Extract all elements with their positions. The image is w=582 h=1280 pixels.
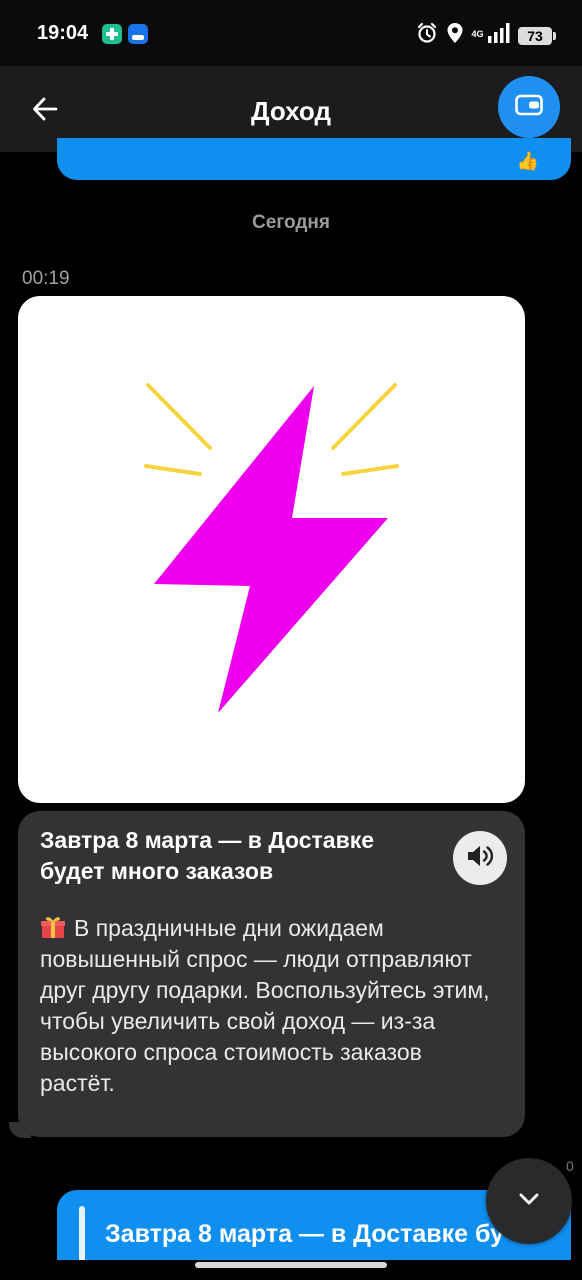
medical-app-icon <box>102 24 122 44</box>
bubble-tail <box>9 1122 31 1138</box>
messenger-app-icon <box>128 24 148 44</box>
alarm-icon <box>416 22 438 49</box>
wallet-icon <box>515 93 543 122</box>
message-body-wrap: В праздничные дни ожидаем повышенный спр… <box>40 913 503 1099</box>
message-bubble[interactable]: Завтра 8 марта — в Доставке будет много … <box>18 811 525 1137</box>
wallet-button[interactable] <box>498 76 560 138</box>
message-body: В праздничные дни ожидаем повышенный спр… <box>40 915 490 1096</box>
lightning-bolt-icon <box>144 383 399 713</box>
message-time: 00:19 <box>22 268 70 289</box>
home-indicator[interactable] <box>195 1262 387 1268</box>
corner-fragment: 0 <box>566 1158 574 1174</box>
page-title: Доход <box>251 96 331 126</box>
status-bar: 19:04 4G 73 <box>0 0 582 66</box>
quote-bar <box>79 1206 85 1260</box>
chevron-down-icon <box>518 1192 540 1211</box>
next-message-preview: Завтра 8 марта — в Доставке бу <box>105 1220 505 1248</box>
battery-icon: 73 <box>518 26 556 45</box>
gift-icon <box>40 915 66 939</box>
location-icon <box>446 22 464 49</box>
thumbs-up-emoji: 👍 <box>516 151 539 171</box>
status-time: 19:04 <box>37 22 89 44</box>
previous-message-bubble[interactable]: 👍 <box>57 138 571 180</box>
scroll-down-button[interactable] <box>486 1158 572 1244</box>
status-icons: 4G 73 <box>416 22 556 49</box>
play-audio-button[interactable] <box>453 831 507 885</box>
message-title: Завтра 8 марта — в Доставке будет много … <box>40 827 375 884</box>
message-image[interactable] <box>18 296 525 803</box>
date-separator: Сегодня <box>252 212 330 233</box>
speaker-icon <box>466 843 494 874</box>
signal-icon: 4G <box>472 23 510 48</box>
